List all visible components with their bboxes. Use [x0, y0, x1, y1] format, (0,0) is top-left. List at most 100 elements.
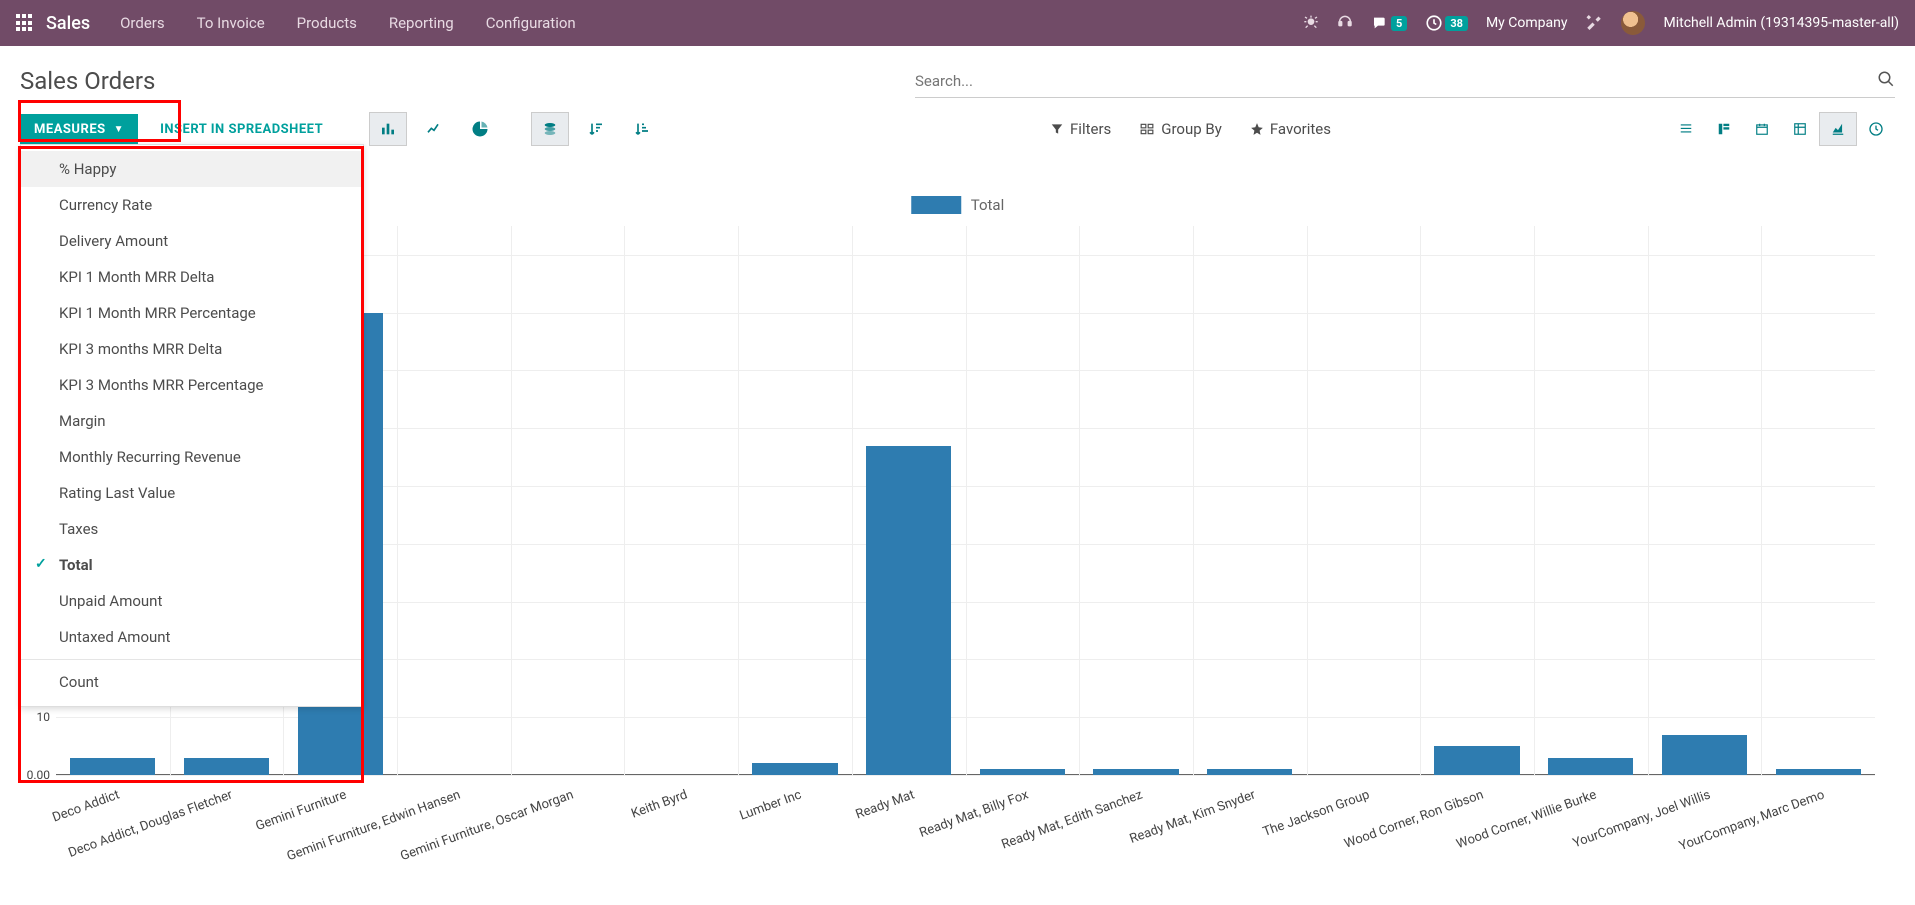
measure-option[interactable]: Delivery Amount	[21, 223, 363, 259]
chart-bar[interactable]	[1662, 735, 1747, 775]
app-brand[interactable]: Sales	[46, 13, 90, 34]
x-tick-label: Gemini Furniture	[155, 787, 348, 869]
search-input[interactable]	[915, 72, 1877, 90]
groupby-button[interactable]: Group By	[1139, 120, 1222, 138]
nav-products[interactable]: Products	[297, 14, 357, 32]
grid-line-h	[56, 775, 1875, 776]
chart-bar[interactable]	[70, 758, 155, 775]
page-title: Sales Orders	[20, 67, 155, 95]
y-tick-label: 10	[37, 710, 51, 724]
clock-badge: 38	[1445, 16, 1468, 31]
kanban-view-icon[interactable]	[1705, 112, 1743, 146]
x-tick-label: Lumber Inc	[610, 787, 803, 869]
x-tick-label: Ready Mat, Kim Snyder	[1065, 787, 1258, 869]
chart-bar[interactable]	[866, 446, 951, 775]
x-tick-label: Keith Byrd	[496, 787, 689, 869]
chart-bar[interactable]	[1207, 769, 1292, 775]
bar-chart-icon[interactable]	[369, 112, 407, 146]
caret-down-icon: ▼	[114, 124, 124, 135]
grid-line-v	[738, 226, 739, 775]
sort-asc-icon[interactable]	[623, 112, 661, 146]
filters-button[interactable]: Filters	[1050, 120, 1111, 138]
bug-icon[interactable]	[1303, 13, 1319, 33]
page-header: Sales Orders	[0, 46, 1915, 98]
tools-icon[interactable]	[1585, 12, 1603, 34]
nav-orders[interactable]: Orders	[120, 14, 165, 32]
company-name[interactable]: My Company	[1486, 15, 1568, 31]
x-tick-label: Wood Corner, Willie Burke	[1406, 787, 1599, 869]
measure-option[interactable]: Untaxed Amount	[21, 619, 363, 655]
x-tick-label: Deco Addict, Douglas Fletcher	[42, 787, 235, 869]
measure-option[interactable]: Rating Last Value	[21, 475, 363, 511]
messages-badge: 5	[1391, 16, 1407, 31]
measures-button[interactable]: MEASURES ▼	[20, 114, 138, 145]
x-tick-label: Gemini Furniture, Edwin Hansen	[269, 787, 462, 869]
messages-icon[interactable]: 5	[1371, 15, 1407, 31]
chart-bar[interactable]	[752, 763, 837, 775]
graph-view-icon[interactable]	[1819, 112, 1857, 146]
measure-option-count[interactable]: Count	[21, 664, 363, 700]
insert-spreadsheet-button[interactable]: INSERT IN SPREADSHEET	[146, 114, 337, 145]
x-tick-label: The Jackson Group	[1179, 787, 1372, 869]
chart-legend: Total	[911, 196, 1005, 214]
sort-desc-icon[interactable]	[577, 112, 615, 146]
grid-line-v	[1307, 226, 1308, 775]
top-nav: Sales Orders To Invoice Products Reporti…	[0, 0, 1915, 46]
pie-chart-icon[interactable]	[461, 112, 499, 146]
pivot-view-icon[interactable]	[1781, 112, 1819, 146]
search-icon[interactable]	[1877, 70, 1895, 92]
measure-option[interactable]: Total	[21, 547, 363, 583]
filter-bar: Filters Group By Favorites	[1050, 112, 1895, 146]
measure-option[interactable]: Margin	[21, 403, 363, 439]
favorites-button[interactable]: Favorites	[1250, 120, 1331, 138]
measures-dropdown: % HappyCurrency RateDelivery AmountKPI 1…	[20, 144, 364, 707]
grid-line-v	[397, 226, 398, 775]
nav-reporting[interactable]: Reporting	[389, 14, 454, 32]
nav-configuration[interactable]: Configuration	[486, 14, 576, 32]
view-switch	[1667, 112, 1895, 146]
measure-option[interactable]: KPI 3 months MRR Delta	[21, 331, 363, 367]
calendar-view-icon[interactable]	[1743, 112, 1781, 146]
activity-view-icon[interactable]	[1857, 112, 1895, 146]
list-view-icon[interactable]	[1667, 112, 1705, 146]
measure-option[interactable]: Taxes	[21, 511, 363, 547]
measures-label: MEASURES	[34, 122, 106, 137]
measure-option[interactable]: KPI 3 Months MRR Percentage	[21, 367, 363, 403]
measure-option[interactable]: KPI 1 Month MRR Percentage	[21, 295, 363, 331]
x-tick-label: Gemini Furniture, Oscar Morgan	[383, 787, 576, 869]
measure-option[interactable]: % Happy	[21, 151, 363, 187]
headset-icon[interactable]	[1337, 13, 1353, 33]
chart-bar[interactable]	[1093, 769, 1178, 775]
nav-to-invoice[interactable]: To Invoice	[197, 14, 265, 32]
x-tick-label: Ready Mat, Edith Sanchez	[951, 787, 1144, 869]
legend-swatch	[911, 196, 961, 214]
grid-line-v	[1534, 226, 1535, 775]
x-tick-label: Ready Mat	[724, 787, 917, 869]
grid-line-v	[1648, 226, 1649, 775]
grid-line-v	[511, 226, 512, 775]
grid-line-v	[1420, 226, 1421, 775]
chart-bar[interactable]	[184, 758, 269, 775]
chart-bar[interactable]	[1434, 746, 1519, 775]
measure-option[interactable]: KPI 1 Month MRR Delta	[21, 259, 363, 295]
measure-option[interactable]: Unpaid Amount	[21, 583, 363, 619]
legend-label: Total	[971, 196, 1005, 214]
x-tick-label: Ready Mat, Billy Fox	[838, 787, 1031, 869]
grid-line-v	[1193, 226, 1194, 775]
avatar[interactable]	[1621, 11, 1645, 35]
line-chart-icon[interactable]	[415, 112, 453, 146]
user-name[interactable]: Mitchell Admin (19314395-master-all)	[1663, 15, 1899, 31]
nav-links: Orders To Invoice Products Reporting Con…	[120, 14, 576, 32]
measure-option[interactable]: Monthly Recurring Revenue	[21, 439, 363, 475]
clock-icon[interactable]: 38	[1425, 14, 1468, 32]
chart-bar[interactable]	[1776, 769, 1861, 775]
measure-option[interactable]: Currency Rate	[21, 187, 363, 223]
apps-icon[interactable]	[16, 14, 34, 32]
stacked-icon[interactable]	[531, 112, 569, 146]
grid-line-v	[624, 226, 625, 775]
search-bar[interactable]	[915, 64, 1895, 98]
grid-line-v	[966, 226, 967, 775]
x-tick-label: Wood Corner, Ron Gibson	[1292, 787, 1485, 869]
chart-bar[interactable]	[980, 769, 1065, 775]
chart-bar[interactable]	[1548, 758, 1633, 775]
